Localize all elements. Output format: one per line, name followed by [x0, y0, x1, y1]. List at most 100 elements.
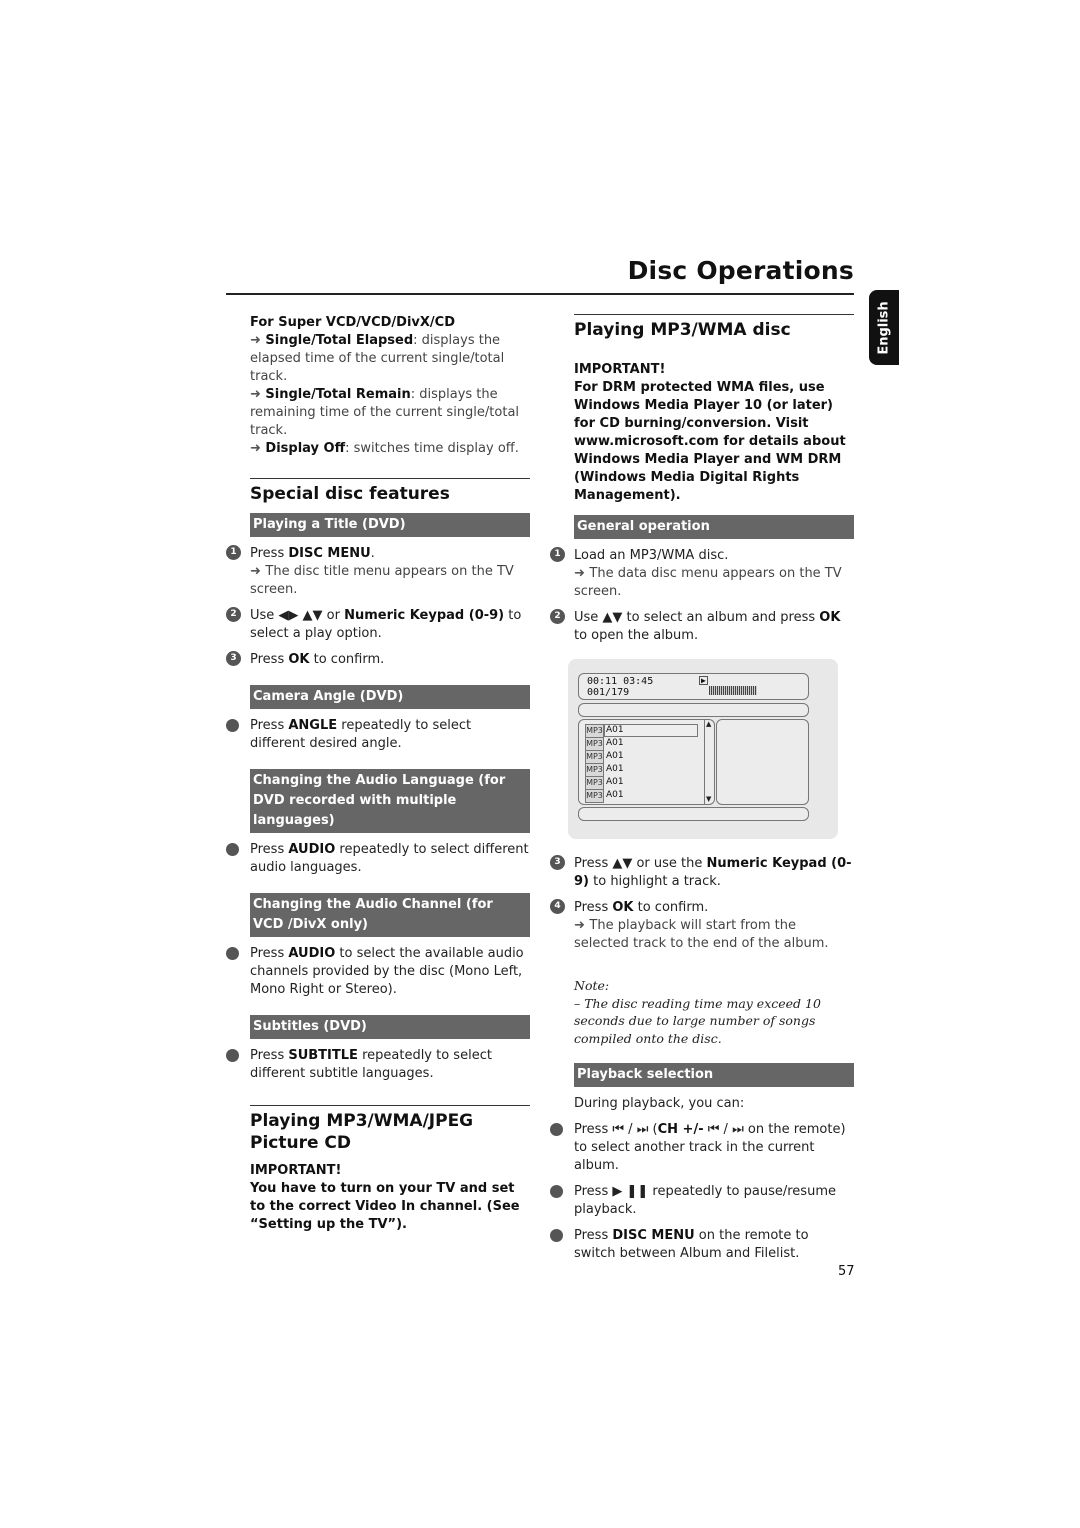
bullet-item: Press ▶ ❚❚ repeatedly to pause/resume pl… [550, 1183, 854, 1219]
step-result: ➜ The data disc menu appears on the TV s… [574, 565, 854, 601]
picture-cd-title: Playing MP3/WMA/JPEG Picture CD [250, 1111, 474, 1153]
step-result-text: The disc title menu appears on the TV sc… [250, 564, 514, 597]
step-bold: OK [612, 900, 634, 915]
camera-angle-heading: Camera Angle (DVD) [250, 685, 530, 709]
step-text: to confirm. [309, 652, 385, 667]
bullet-item: Press SUBTITLE repeatedly to select diff… [226, 1047, 530, 1083]
step-number-icon: 3 [550, 855, 565, 870]
bullet-icon [550, 1123, 563, 1136]
status-panel: 00:11 03:45 001/179 ▶ [578, 673, 809, 700]
preview-panel [716, 719, 809, 805]
playback-selection-heading: Playback selection [574, 1063, 854, 1087]
item-bold: Single/Total Elapsed [265, 333, 414, 348]
step-number-icon: 4 [550, 899, 565, 914]
scroll-up-icon[interactable]: ▲ [706, 721, 711, 728]
bullet-bold: AUDIO [288, 842, 336, 857]
bullet-item: Press AUDIO to select the available audi… [226, 945, 530, 999]
super-vcd-item: ➜ Display Off: switches time display off… [250, 440, 530, 458]
subtitles-heading: Subtitles (DVD) [250, 1015, 530, 1039]
step-text: Press [250, 546, 289, 561]
arrow-icon: ➜ [250, 564, 266, 579]
mp3-file-icon: MP3 [585, 737, 604, 751]
section-rule [250, 478, 530, 479]
list-item[interactable]: MP3 A01 [585, 737, 705, 751]
list-item[interactable]: MP3 A01 [585, 750, 705, 764]
scrollbar[interactable]: ▲ ▼ [704, 720, 714, 804]
arrow-icon: ➜ [574, 918, 590, 933]
super-vcd-heading: For Super VCD/VCD/DivX/CD [250, 315, 456, 330]
section-rule [574, 314, 854, 315]
scroll-down-icon[interactable]: ▼ [706, 796, 711, 803]
step-bold: DISC MENU [288, 546, 371, 561]
tv-screen-illustration: 00:11 03:45 001/179 ▶ MP3 A01 MP3 A01 MP3 A… [568, 659, 838, 839]
step-bold: Numeric Keypad (0-9) [344, 608, 505, 623]
step: 2 Use ◀▶ ▲▼ or Numeric Keypad (0-9) to s… [226, 607, 530, 643]
bullet-item: Press AUDIO repeatedly to select differe… [226, 841, 530, 877]
super-vcd-item: ➜ Single/Total Remain: displays the rema… [250, 386, 530, 440]
step-result: ➜ The disc title menu appears on the TV … [250, 563, 530, 599]
bullet-icon [226, 719, 239, 732]
list-item[interactable]: MP3 A01 [585, 724, 705, 738]
step-text: Use ◀▶ ▲▼ or [250, 608, 345, 623]
step-result: ➜ The playback will start from the selec… [574, 917, 854, 953]
bullet-text: Press [574, 1228, 613, 1243]
track-counter: 001/179 [587, 687, 630, 698]
step-number-icon: 1 [226, 545, 241, 560]
bullet-text: Press [250, 718, 289, 733]
mp3-file-icon: MP3 [585, 763, 604, 777]
step-number-icon: 2 [226, 607, 241, 622]
item-text: : switches time display off. [345, 441, 519, 456]
file-list-panel: MP3 A01 MP3 A01 MP3 A01 MP3 A01 MP3 A01 MP3 A0… [578, 719, 715, 805]
step-bold: OK [288, 652, 310, 667]
step-text: Press ▲▼ or use the [574, 856, 707, 871]
mp3-file-icon: MP3 [585, 750, 604, 764]
list-item-label: A01 [606, 790, 624, 800]
step-text: to highlight a track. [589, 874, 721, 889]
important-label: IMPORTANT! [250, 1163, 342, 1178]
bullet-item: Press DISC MENU on the remote to switch … [550, 1227, 854, 1263]
play-icon: ▶ [699, 676, 708, 685]
note-label: Note: [574, 978, 610, 993]
bullet-bold: CH +/- [657, 1122, 704, 1137]
info-bar [578, 703, 809, 717]
bullet-text: Press [250, 1048, 289, 1063]
language-tab: English [869, 290, 899, 365]
bullet-text: Press [250, 842, 289, 857]
step: 2 Use ▲▼ to select an album and press OK… [550, 609, 854, 645]
language-tab-label: English [876, 300, 892, 355]
step: 3 Press OK to confirm. [226, 651, 530, 669]
bullet-text: Press ⏮ / ⏭ ( [574, 1122, 658, 1137]
mp3-title: Playing MP3/WMA disc [574, 320, 791, 340]
important-text: For DRM protected WMA files, use Windows… [574, 380, 846, 503]
list-item[interactable]: MP3 A01 [585, 776, 705, 790]
arrow-icon: ➜ [250, 441, 266, 456]
step-text: Press [574, 900, 613, 915]
arrow-icon: ➜ [250, 333, 266, 348]
list-item-label: A01 [606, 751, 624, 761]
mp3-file-icon: MP3 [585, 789, 604, 803]
list-item[interactable]: MP3 A01 [585, 763, 705, 777]
step-text: to confirm. [633, 900, 709, 915]
bullet-bold: DISC MENU [612, 1228, 695, 1243]
list-item[interactable]: MP3 A01 [585, 789, 705, 803]
bullet-icon [226, 947, 239, 960]
item-bold: Single/Total Remain [265, 387, 411, 402]
step-text: . [370, 546, 375, 561]
step-text: to open the album. [574, 628, 699, 643]
bullet-text: Press [250, 946, 289, 961]
bullet-bold: AUDIO [288, 946, 336, 961]
step-number-icon: 1 [550, 547, 565, 562]
page-title: Disc Operations [627, 256, 854, 285]
audio-language-heading: Changing the Audio Language (for DVD rec… [250, 769, 530, 833]
audio-channel-heading: Changing the Audio Channel (for VCD /Div… [250, 893, 530, 937]
left-column: For Super VCD/VCD/DivX/CD ➜ Single/Total… [226, 314, 530, 1234]
time-readout: 00:11 03:45 [587, 676, 654, 687]
list-item-label: A01 [606, 725, 624, 735]
list-item-label: A01 [606, 764, 624, 774]
bullet-icon [550, 1185, 563, 1198]
bullet-bold: SUBTITLE [288, 1048, 358, 1063]
title-rule [226, 293, 854, 295]
arrow-icon: ➜ [250, 387, 266, 402]
step: 1 Load an MP3/WMA disc. ➜ The data disc … [550, 547, 854, 601]
step-result-text: The data disc menu appears on the TV scr… [574, 566, 842, 599]
